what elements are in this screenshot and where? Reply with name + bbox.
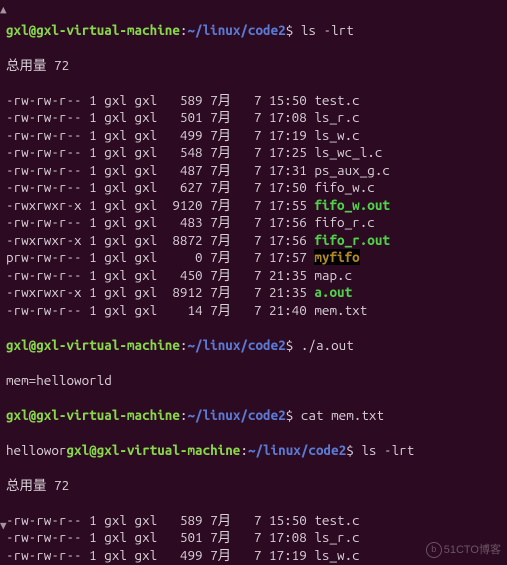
listing-2: -rw-rw-r-- 1 gxl gxl 589 7月 7 15:50 test… <box>6 512 501 565</box>
command-aout: ./a.out <box>301 337 354 353</box>
file-name: myfifo <box>314 249 359 265</box>
file-meta: prw-rw-r-- 1 gxl gxl 0 7月 7 17:57 <box>6 249 314 265</box>
file-row: -rw-rw-r-- 1 gxl gxl 487 7月 7 17:31 ps_a… <box>6 162 501 180</box>
file-meta: -rwxrwxr-x 1 gxl gxl 8912 7月 7 21:35 <box>6 284 314 300</box>
file-name: fifo_w.out <box>314 197 390 213</box>
file-row: -rw-rw-r-- 1 gxl gxl 14 7月 7 21:40 mem.t… <box>6 302 501 320</box>
scroll-up-icon[interactable]: ▲ <box>0 2 7 20</box>
file-row: -rw-rw-r-- 1 gxl gxl 450 7月 7 21:35 map.… <box>6 267 501 285</box>
file-name: fifo_r.out <box>314 232 390 248</box>
prompt-line-1: gxl@gxl-virtual-machine:~/linux/code2$ l… <box>6 22 501 40</box>
file-row: -rw-rw-r-- 1 gxl gxl 627 7月 7 17:50 fifo… <box>6 179 501 197</box>
file-meta: -rw-rw-r-- 1 gxl gxl 589 7月 7 15:50 <box>6 512 314 528</box>
file-row: -rw-rw-r-- 1 gxl gxl 499 7月 7 17:19 ls_w… <box>6 547 501 565</box>
file-name: ps_aux_g.c <box>314 162 390 178</box>
file-name: ls_r.c <box>314 109 359 125</box>
file-meta: -rw-rw-r-- 1 gxl gxl 450 7月 7 21:35 <box>6 267 314 283</box>
file-name: map.c <box>314 267 352 283</box>
file-meta: -rwxrwxr-x 1 gxl gxl 8872 7月 7 17:56 <box>6 232 314 248</box>
command-cat: cat mem.txt <box>301 407 384 423</box>
total-line-2: 总用量 72 <box>6 477 501 495</box>
file-name: test.c <box>314 92 359 108</box>
file-row: -rw-rw-r-- 1 gxl gxl 589 7月 7 15:50 test… <box>6 512 501 530</box>
scroll-down-icon[interactable]: ▼ <box>0 518 7 536</box>
file-row: -rw-rw-r-- 1 gxl gxl 499 7月 7 17:19 ls_w… <box>6 127 501 145</box>
file-meta: -rwxrwxr-x 1 gxl gxl 9120 7月 7 17:55 <box>6 197 314 213</box>
file-row: -rwxrwxr-x 1 gxl gxl 8912 7月 7 21:35 a.o… <box>6 284 501 302</box>
file-name: ls_r.c <box>314 529 359 545</box>
file-name: a.out <box>314 284 352 300</box>
total-line-1: 总用量 72 <box>6 57 501 75</box>
file-meta: -rw-rw-r-- 1 gxl gxl 589 7月 7 15:50 <box>6 92 314 108</box>
file-row: -rw-rw-r-- 1 gxl gxl 501 7月 7 17:08 ls_r… <box>6 109 501 127</box>
file-name: mem.txt <box>314 302 367 318</box>
file-name: ls_wc_l.c <box>314 144 382 160</box>
file-meta: -rw-rw-r-- 1 gxl gxl 487 7月 7 17:31 <box>6 162 314 178</box>
file-row: -rwxrwxr-x 1 gxl gxl 8872 7月 7 17:56 fif… <box>6 232 501 250</box>
file-meta: -rw-rw-r-- 1 gxl gxl 501 7月 7 17:08 <box>6 529 314 545</box>
terminal-output[interactable]: gxl@gxl-virtual-machine:~/linux/code2$ l… <box>0 0 507 565</box>
file-name: ls_w.c <box>314 127 359 143</box>
file-row: -rw-rw-r-- 1 gxl gxl 589 7月 7 15:50 test… <box>6 92 501 110</box>
file-meta: -rw-rw-r-- 1 gxl gxl 14 7月 7 21:40 <box>6 302 314 318</box>
cat-output: hellowor <box>6 442 66 458</box>
file-name: test.c <box>314 512 359 528</box>
prompt-line-2: gxl@gxl-virtual-machine:~/linux/code2$ .… <box>6 337 501 355</box>
file-meta: -rw-rw-r-- 1 gxl gxl 627 7月 7 17:50 <box>6 179 314 195</box>
prompt-path: ~/linux/code2 <box>187 22 285 38</box>
prompt-dollar: $ <box>286 22 301 38</box>
aout-output: mem=helloworld <box>6 372 501 390</box>
file-name: ls_w.c <box>314 547 359 563</box>
file-row: -rwxrwxr-x 1 gxl gxl 9120 7月 7 17:55 fif… <box>6 197 501 215</box>
file-row: -rw-rw-r-- 1 gxl gxl 483 7月 7 17:56 fifo… <box>6 214 501 232</box>
command-ls-2: ls -lrt <box>361 442 414 458</box>
prompt-line-4: helloworgxl@gxl-virtual-machine:~/linux/… <box>6 442 501 460</box>
command-ls: ls -lrt <box>301 22 354 38</box>
file-meta: -rw-rw-r-- 1 gxl gxl 548 7月 7 17:25 <box>6 144 314 160</box>
prompt-user: gxl@gxl-virtual-machine <box>6 22 180 38</box>
file-row: prw-rw-r-- 1 gxl gxl 0 7月 7 17:57 myfifo <box>6 249 501 267</box>
file-row: -rw-rw-r-- 1 gxl gxl 501 7月 7 17:08 ls_r… <box>6 529 501 547</box>
file-row: -rw-rw-r-- 1 gxl gxl 548 7月 7 17:25 ls_w… <box>6 144 501 162</box>
listing-1: -rw-rw-r-- 1 gxl gxl 589 7月 7 15:50 test… <box>6 92 501 320</box>
prompt-line-3: gxl@gxl-virtual-machine:~/linux/code2$ c… <box>6 407 501 425</box>
file-meta: -rw-rw-r-- 1 gxl gxl 499 7月 7 17:19 <box>6 547 314 563</box>
file-meta: -rw-rw-r-- 1 gxl gxl 501 7月 7 17:08 <box>6 109 314 125</box>
file-name: fifo_r.c <box>314 214 374 230</box>
file-meta: -rw-rw-r-- 1 gxl gxl 483 7月 7 17:56 <box>6 214 314 230</box>
file-meta: -rw-rw-r-- 1 gxl gxl 499 7月 7 17:19 <box>6 127 314 143</box>
file-name: fifo_w.c <box>314 179 374 195</box>
